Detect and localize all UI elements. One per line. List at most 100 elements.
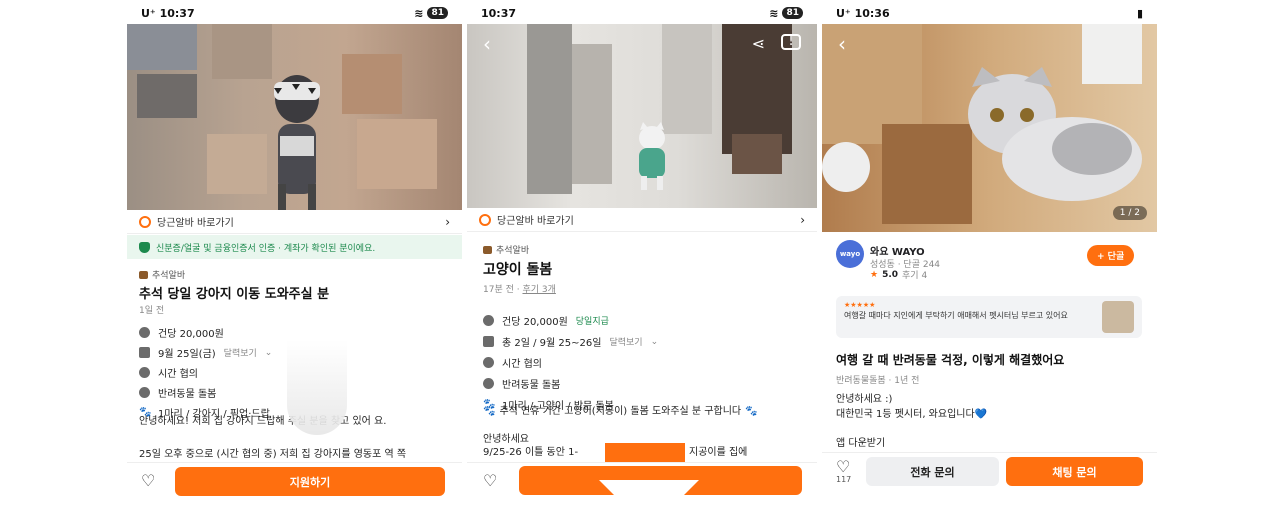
report-icon[interactable]: ! — [781, 34, 801, 50]
screen-ad-wayo: U⁺ 10:36 ▮ ‹ 1 / 2 wayo 와요 WAYO 성성동 · 단골… — [822, 0, 1157, 507]
review-stars: ★★★★★ — [844, 301, 876, 309]
blurred-block — [342, 54, 402, 114]
date-text: 총 2일 / 9월 25~26일 — [502, 338, 602, 349]
wifi-icon: ≋ — [414, 6, 424, 20]
avatar[interactable]: wayo — [836, 240, 864, 268]
heart-icon[interactable]: ♡ — [141, 471, 155, 490]
bowl-shape — [822, 142, 870, 192]
wifi-icon: ≋ — [769, 6, 779, 20]
detail-date: 총 2일 / 9월 25~26일 달력보기 ⌄ — [483, 334, 658, 349]
post-title: 여행 갈 때 반려동물 걱정, 이렇게 해결했어요 — [836, 353, 1065, 367]
link-bar-label: 당근알바 바로가기 — [157, 218, 234, 229]
author-rating: ★ 5.0 후기 4 — [870, 268, 927, 282]
listing-photo[interactable] — [127, 24, 462, 210]
blurred-block — [287, 340, 347, 435]
info-icon — [139, 387, 150, 398]
detail-type: 반려동물 돌봄 — [139, 385, 272, 400]
time-text: 시간 협의 — [158, 369, 198, 380]
listing-photo[interactable]: ‹ 1 / 2 — [822, 24, 1157, 232]
status-bar: U⁺ 10:37 ≋ 81 — [127, 0, 462, 26]
screen-job-dog: U⁺ 10:37 ≋ 81 당근알바 바로가기 › 신분증/얼굴 및 금융인증서 … — [127, 0, 462, 507]
post-title: 추석 당일 강아지 이동 도와주실 분 — [139, 287, 330, 302]
info-icon — [483, 378, 494, 389]
highlight-text: 추석 연휴 기간 고양이(지공이) 돌봄 도와주실 분 구합니다 — [499, 406, 742, 417]
chat-inquiry-button[interactable]: 채팅 문의 — [1006, 457, 1143, 486]
heart-icon[interactable]: ♡ — [483, 471, 497, 490]
search-icon — [139, 215, 151, 228]
calendar-icon — [139, 347, 150, 358]
blurred-block — [527, 24, 572, 194]
post-meta: 반려동물돌봄 · 1년 전 — [836, 376, 920, 386]
detail-time: 시간 협의 — [483, 355, 658, 370]
status-time: 10:36 — [854, 6, 890, 20]
carrier-label: U⁺ — [141, 6, 156, 20]
battery-icon: 81 — [427, 7, 448, 19]
detail-type: 반려동물 돌봄 — [483, 376, 658, 391]
calendar-link[interactable]: 달력보기 — [224, 346, 257, 359]
review-card[interactable]: ★★★★★ 여행갈 때마다 지인에게 부탁하기 애매해서 펫시터님 부르고 있어… — [836, 296, 1142, 338]
paw-icon: 🐾 — [483, 406, 496, 417]
link-bar-danggeun-alba[interactable]: 당근알바 바로가기 › — [127, 210, 462, 234]
share-icon[interactable]: ⋖ — [752, 34, 765, 53]
pay-tag: 당일지급 — [575, 317, 609, 327]
verification-text: 신분증/얼굴 및 금융인증서 인증 · 계좌가 확인된 분이에요. — [156, 243, 376, 254]
status-time: 10:37 — [481, 6, 517, 20]
date-text: 9월 25일(금) — [158, 349, 216, 360]
won-icon — [483, 315, 494, 326]
cat-silhouette — [968, 67, 1142, 201]
category-text: 추석알바 — [496, 246, 530, 256]
reviews-link[interactable]: 후기 3개 — [522, 285, 555, 295]
type-text: 반려동물 돌봄 — [158, 389, 217, 400]
calendar-link[interactable]: 달력보기 — [609, 335, 642, 348]
app-download-link[interactable]: 앱 다운받기 — [836, 436, 885, 452]
like-count: 117 — [836, 475, 852, 484]
battery-icon: 81 — [782, 7, 803, 19]
post-body-line1: 안녕하세요 :) — [836, 394, 893, 405]
category-text: 추석알바 — [152, 271, 186, 281]
detail-pay: 건당 20,000원 당일지급 — [483, 313, 658, 328]
verification-banner: 신분증/얼굴 및 금융인증서 인증 · 계좌가 확인된 분이에요. — [127, 235, 462, 259]
call-inquiry-button[interactable]: 전화 문의 — [866, 457, 999, 486]
link-bar-danggeun-alba[interactable]: 당근알바 바로가기 › — [467, 208, 817, 232]
link-bar-label: 당근알바 바로가기 — [497, 216, 574, 227]
post-title: 고양이 돌봄 — [483, 262, 553, 278]
posted-time: 1일 전 — [139, 306, 165, 316]
post-body-line2: 대한민국 1등 펫시터, 와요입니다💙 — [836, 409, 988, 420]
status-bar: 10:37 ≋ 81 — [467, 0, 817, 26]
screen-job-cat: 10:37 ≋ 81 ‹ ⋖ ! 당근알바 바로가기 › 추석알바 고양이 돌봄 … — [467, 0, 817, 507]
details-list: 건당 20,000원 당일지급 총 2일 / 9월 25~26일 달력보기 ⌄ 시간 … — [483, 313, 658, 412]
chevron-right-icon: › — [800, 212, 805, 227]
time-text: 시간 협의 — [502, 359, 542, 370]
back-icon[interactable]: ‹ — [483, 32, 491, 56]
photo-counter: 1 / 2 — [1112, 206, 1147, 220]
clock-icon — [483, 357, 494, 368]
blurred-block — [357, 119, 437, 189]
status-time: 10:37 — [159, 6, 195, 20]
back-icon[interactable]: ‹ — [838, 32, 846, 56]
follow-button[interactable]: + 단골 — [1087, 245, 1135, 266]
calendar-icon — [483, 336, 494, 347]
paw-icon: 🐾 — [745, 406, 758, 417]
posted-meta: 17분 전 · 후기 3개 — [483, 285, 556, 295]
chevron-down-icon: ⌄ — [650, 336, 659, 347]
status-bar: U⁺ 10:36 ▮ — [822, 0, 1157, 26]
author-name[interactable]: 와요 WAYO — [870, 243, 925, 258]
listing-photo[interactable]: ‹ ⋖ ! — [467, 24, 817, 208]
bag-icon — [139, 270, 148, 279]
blurred-block — [732, 134, 782, 174]
clock-icon — [139, 367, 150, 378]
category-label: 추석알바 — [483, 243, 529, 256]
pay-text: 건당 20,000원 — [502, 317, 568, 328]
cat-silhouette — [639, 122, 665, 190]
blurred-block — [127, 24, 197, 70]
signal-icon: ▮ — [1136, 6, 1143, 20]
category-label: 추석알바 — [139, 268, 185, 281]
review-thumbnail — [1102, 301, 1134, 333]
carrier-label: U⁺ — [836, 6, 851, 20]
details-list: 건당 20,000원 9월 25일(금) 달력보기 ⌄ 시간 협의 반려동물 돌봄 … — [139, 325, 272, 420]
posted-time: 17분 전 — [483, 285, 514, 295]
post-body-line2: 25일 오후 중으로 (시간 협의 중) 저희 집 강아지를 영동포 역 쪽 — [139, 449, 407, 460]
apply-button[interactable]: 지원하기 — [175, 467, 445, 496]
star-icon: ★ — [870, 269, 879, 280]
heart-icon[interactable]: ♡ — [836, 457, 850, 476]
